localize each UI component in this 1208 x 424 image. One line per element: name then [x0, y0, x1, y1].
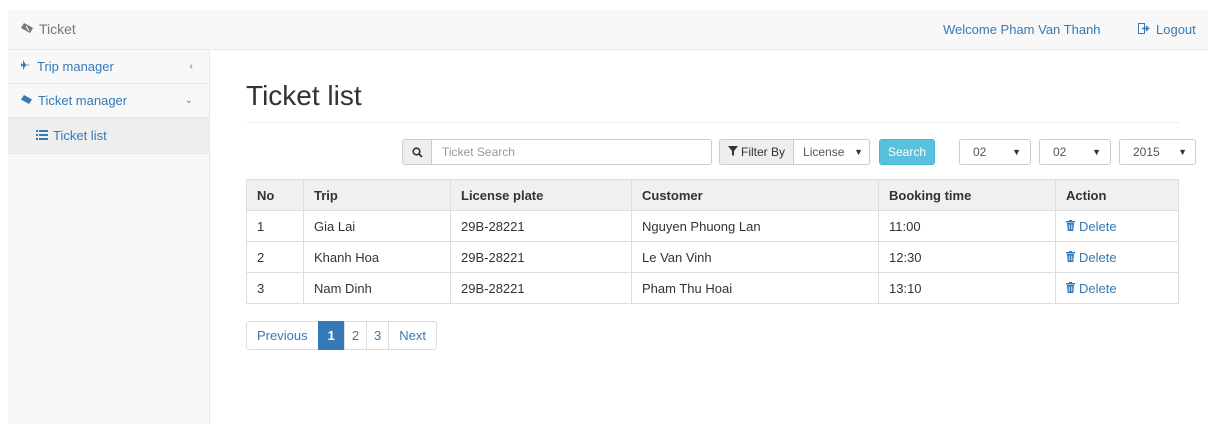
delete-button[interactable]: Delete	[1066, 250, 1168, 265]
trash-icon	[1066, 281, 1075, 296]
title-divider	[246, 122, 1180, 123]
delete-button[interactable]: Delete	[1066, 281, 1168, 296]
search-group	[402, 139, 712, 165]
search-icon[interactable]	[402, 139, 432, 165]
brand[interactable]: Ticket	[20, 21, 76, 37]
pagination-previous[interactable]: Previous	[246, 321, 319, 350]
cell-action: Delete	[1055, 272, 1179, 304]
caret-down-icon: ▼	[854, 147, 864, 157]
trash-icon	[1066, 250, 1075, 265]
pagination: Previous 1 2 3 Next	[246, 321, 438, 350]
filter-by-button[interactable]: Filter By	[719, 139, 795, 165]
cell-trip: Gia Lai	[303, 210, 451, 242]
ticket-icon	[20, 21, 34, 37]
day-select-value: 02	[973, 145, 987, 159]
cell-license-plate: 29B-28221	[450, 272, 632, 304]
filter-icon	[728, 145, 738, 159]
logout-link[interactable]: Logout	[1138, 22, 1196, 37]
top-navbar: Ticket Welcome Pham Van Thanh Logout	[8, 10, 1208, 50]
cell-trip: Nam Dinh	[303, 272, 451, 304]
caret-down-icon: ▼	[1178, 147, 1187, 157]
brand-label: Ticket	[39, 21, 76, 37]
pagination-next[interactable]: Next	[388, 321, 438, 350]
search-input[interactable]	[432, 139, 712, 165]
sidebar-sub-item-label: Ticket list	[53, 128, 107, 143]
column-header: Trip	[303, 179, 451, 211]
cell-action: Delete	[1055, 210, 1179, 242]
page-title: Ticket list	[246, 80, 362, 111]
list-icon	[36, 128, 48, 143]
pagination-page-3[interactable]: 3	[366, 321, 390, 350]
month-select[interactable]: 02 ▼	[1039, 139, 1111, 165]
delete-label: Delete	[1079, 249, 1117, 265]
delete-label: Delete	[1079, 280, 1117, 296]
filter-select[interactable]: License ▼	[794, 139, 871, 165]
year-select[interactable]: 2015 ▼	[1119, 139, 1196, 165]
plane-icon	[20, 59, 32, 74]
column-header: Customer	[631, 179, 879, 211]
logout-label: Logout	[1156, 22, 1196, 37]
table-row: 3 Nam Dinh 29B-28221 Pham Thu Hoai 13:10…	[246, 272, 1179, 304]
day-select[interactable]: 02 ▼	[959, 139, 1031, 165]
year-select-value: 2015	[1133, 145, 1160, 159]
cell-booking-time: 12:30	[878, 241, 1056, 273]
ticket-table: No Trip License plate Customer Booking t…	[246, 179, 1179, 304]
delete-button[interactable]: Delete	[1066, 219, 1168, 234]
cell-booking-time: 13:10	[878, 272, 1056, 304]
pagination-page-1[interactable]: 1	[317, 321, 345, 350]
chevron-down-icon: ⌄	[184, 95, 193, 106]
column-header: Booking time	[878, 179, 1056, 211]
cell-action: Delete	[1055, 241, 1179, 273]
table-row: 1 Gia Lai 29B-28221 Nguyen Phuong Lan 11…	[246, 210, 1179, 242]
column-header: No	[246, 179, 304, 211]
sidebar-item-trip-manager[interactable]: Trip manager ‹	[8, 50, 209, 84]
delete-label: Delete	[1079, 218, 1117, 234]
cell-trip: Khanh Hoa	[303, 241, 451, 273]
pagination-page-2[interactable]: 2	[343, 321, 368, 350]
cell-no: 1	[246, 210, 304, 242]
chevron-left-icon: ‹	[189, 61, 193, 72]
table-row: 2 Khanh Hoa 29B-28221 Le Van Vinh 12:30 …	[246, 241, 1179, 273]
column-header: Action	[1055, 179, 1179, 211]
sidebar-item-label: Trip manager	[37, 59, 114, 74]
trash-icon	[1066, 219, 1075, 234]
logout-icon	[1138, 22, 1150, 37]
caret-down-icon: ▼	[1092, 147, 1101, 157]
welcome-link[interactable]: Welcome Pham Van Thanh	[943, 22, 1101, 37]
search-button[interactable]: Search	[879, 139, 935, 165]
sidebar-item-ticket-list[interactable]: Ticket list	[8, 118, 209, 154]
cell-no: 3	[246, 272, 304, 304]
cell-customer: Pham Thu Hoai	[631, 272, 879, 304]
cell-license-plate: 29B-28221	[450, 210, 632, 242]
filter-select-value: License	[803, 145, 845, 159]
month-select-value: 02	[1053, 145, 1067, 159]
cell-customer: Le Van Vinh	[631, 241, 879, 273]
caret-down-icon: ▼	[1012, 147, 1021, 157]
filter-by-label: Filter By	[741, 145, 786, 159]
table-header-row: No Trip License plate Customer Booking t…	[246, 179, 1179, 211]
column-header: License plate	[450, 179, 632, 211]
cell-no: 2	[246, 241, 304, 273]
filter-group: Filter By License ▼	[719, 139, 871, 165]
cell-license-plate: 29B-28221	[450, 241, 632, 273]
sidebar-item-label: Ticket manager	[38, 93, 128, 108]
cell-booking-time: 11:00	[878, 210, 1056, 242]
sidebar-item-ticket-manager[interactable]: Ticket manager ⌄	[8, 84, 209, 118]
ticket-icon	[20, 93, 33, 108]
sidebar: Trip manager ‹ Ticket manager ⌄ Ticket l…	[8, 50, 210, 424]
cell-customer: Nguyen Phuong Lan	[631, 210, 879, 242]
